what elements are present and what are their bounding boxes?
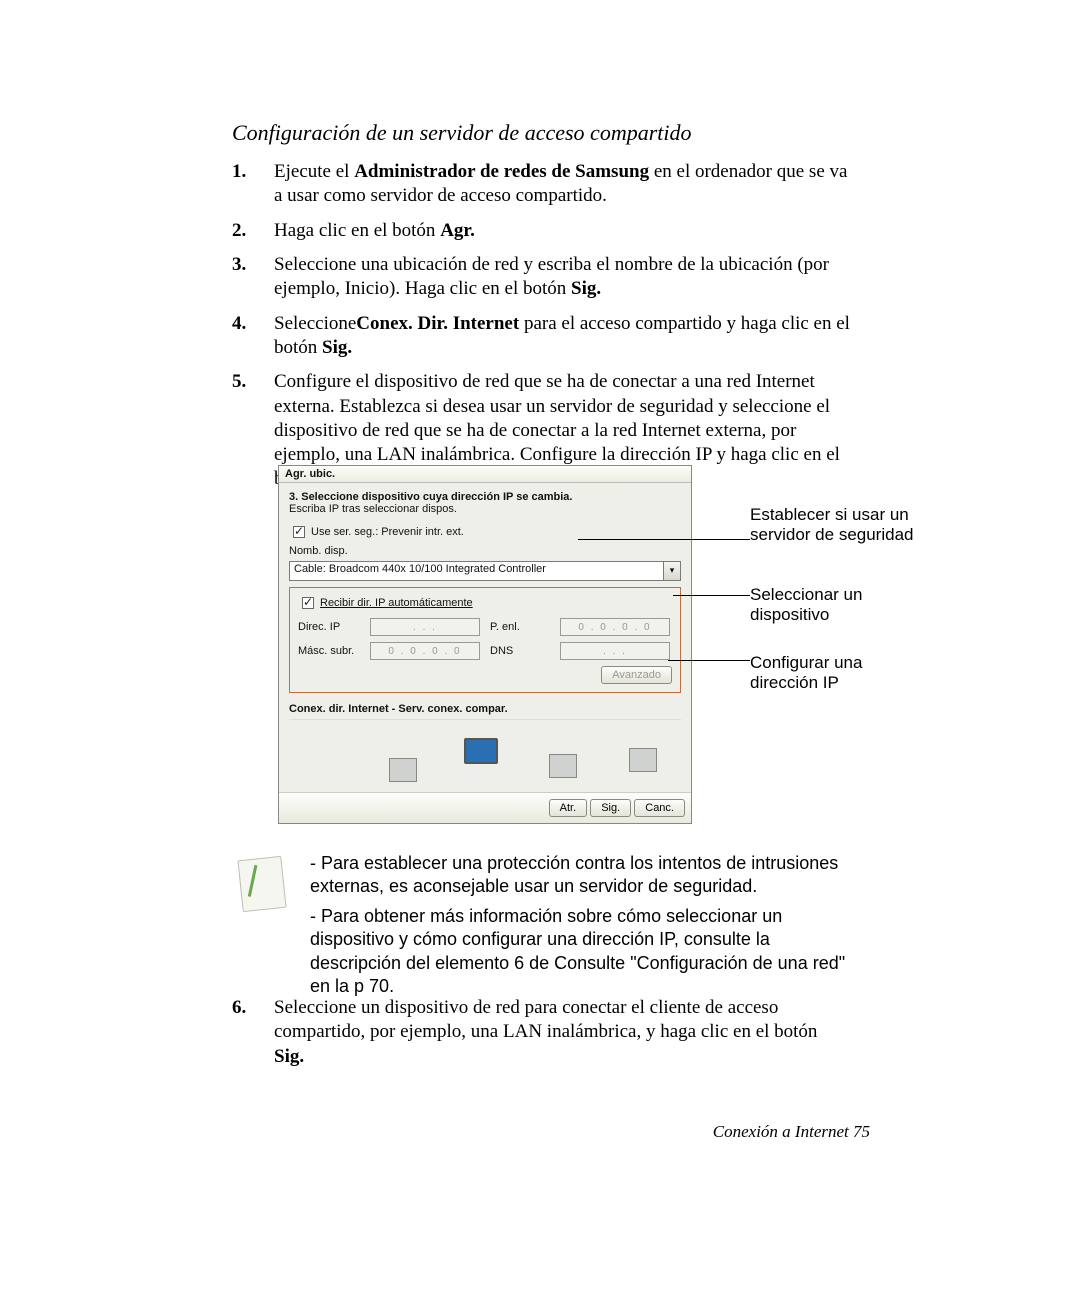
- computer-icon: [549, 754, 577, 778]
- auto-ip-checkbox[interactable]: [302, 597, 314, 609]
- bold-text: Agr.: [440, 220, 475, 241]
- step-body: SeleccioneConex. Dir. Internet para el a…: [274, 312, 852, 361]
- callout-security: Establecer si usar un servidor de seguri…: [750, 505, 920, 544]
- share-section-title: Conex. dir. Internet - Serv. conex. comp…: [289, 703, 681, 715]
- text: Haga clic en el botón: [274, 220, 440, 241]
- device-name-label: Nomb. disp.: [289, 545, 348, 557]
- bold-text: Sig.: [322, 337, 352, 358]
- dns-input[interactable]: . . .: [560, 642, 670, 660]
- device-select-value: Cable: Broadcom 440x 10/100 Integrated C…: [290, 562, 663, 580]
- callout-ip: Configurar una dirección IP: [750, 653, 920, 692]
- step-body: Haga clic en el botón Agr.: [274, 219, 852, 243]
- computer-icon: [629, 748, 657, 772]
- step-body: Seleccione una ubicación de red y escrib…: [274, 253, 852, 302]
- text: Seleccione: [274, 313, 356, 334]
- mask-label: Másc. subr.: [298, 645, 360, 657]
- bold-text: Sig.: [274, 1046, 304, 1067]
- callout-device: Seleccionar un dispositivo: [750, 585, 920, 624]
- computer-icon: [389, 758, 417, 782]
- step-number: 3.: [232, 253, 274, 302]
- step-body: Ejecute el Administrador de redes de Sam…: [274, 160, 852, 209]
- dialog-subinstruction: Escriba IP tras seleccionar dispos.: [289, 503, 681, 515]
- dialog-window: Agr. ubic. 3. Seleccione dispositivo cuy…: [278, 465, 692, 824]
- ip-input[interactable]: . . .: [370, 618, 480, 636]
- dialog-instruction: 3. Seleccione dispositivo cuya dirección…: [289, 491, 681, 503]
- steps-list: 1. Ejecute el Administrador de redes de …: [232, 160, 852, 492]
- mask-input[interactable]: 0 . 0 . 0 . 0: [370, 642, 480, 660]
- dialog-titlebar: Agr. ubic.: [279, 466, 691, 483]
- monitor-icon: [464, 738, 498, 764]
- step-number: 4.: [232, 312, 274, 361]
- step-number: 2.: [232, 219, 274, 243]
- device-select[interactable]: Cable: Broadcom 440x 10/100 Integrated C…: [289, 561, 681, 581]
- step-number: 1.: [232, 160, 274, 209]
- note-icon: [240, 852, 310, 998]
- topology-illustration: [289, 719, 681, 782]
- text: Ejecute el: [274, 161, 354, 182]
- step-body: Seleccione un dispositivo de red para co…: [274, 996, 852, 1069]
- gateway-input[interactable]: 0 . 0 . 0 . 0: [560, 618, 670, 636]
- ip-config-group: Recibir dir. IP automáticamente Direc. I…: [289, 587, 681, 693]
- leader-line: [673, 595, 750, 596]
- bold-text: Administrador de redes de Samsung: [354, 161, 649, 182]
- dns-label: DNS: [490, 645, 550, 657]
- gateway-label: P. enl.: [490, 621, 550, 633]
- step-number: 6.: [232, 996, 274, 1069]
- page-footer: Conexión a Internet 75: [713, 1122, 870, 1142]
- ip-label: Direc. IP: [298, 621, 360, 633]
- dialog-footer: Atr. Sig. Canc.: [279, 792, 691, 823]
- note-block: - Para establecer una protección contra …: [240, 852, 850, 998]
- leader-line: [578, 539, 750, 540]
- auto-ip-label: Recibir dir. IP automáticamente: [320, 597, 473, 609]
- section-heading: Configuración de un servidor de acceso c…: [232, 120, 852, 146]
- advanced-button[interactable]: Avanzado: [601, 666, 672, 684]
- screenshot-area: Agr. ubic. 3. Seleccione dispositivo cuy…: [278, 465, 856, 824]
- bold-text: Conex. Dir. Internet: [356, 313, 519, 334]
- step-number: 5.: [232, 370, 274, 492]
- next-button[interactable]: Sig.: [590, 799, 631, 817]
- bold-text: Sig.: [571, 278, 601, 299]
- use-security-label: Use ser. seg.: Prevenir intr. ext.: [311, 526, 464, 538]
- note-paragraph: - Para obtener más información sobre cóm…: [310, 905, 850, 999]
- text: Seleccione una ubicación de red y escrib…: [274, 254, 829, 299]
- step-6: 6. Seleccione un dispositivo de red para…: [232, 996, 852, 1069]
- note-paragraph: - Para establecer una protección contra …: [310, 852, 850, 899]
- cancel-button[interactable]: Canc.: [634, 799, 685, 817]
- leader-line: [668, 660, 750, 661]
- chevron-down-icon[interactable]: ▾: [663, 562, 680, 580]
- use-security-checkbox[interactable]: [293, 526, 305, 538]
- text: Seleccione un dispositivo de red para co…: [274, 997, 817, 1042]
- back-button[interactable]: Atr.: [549, 799, 588, 817]
